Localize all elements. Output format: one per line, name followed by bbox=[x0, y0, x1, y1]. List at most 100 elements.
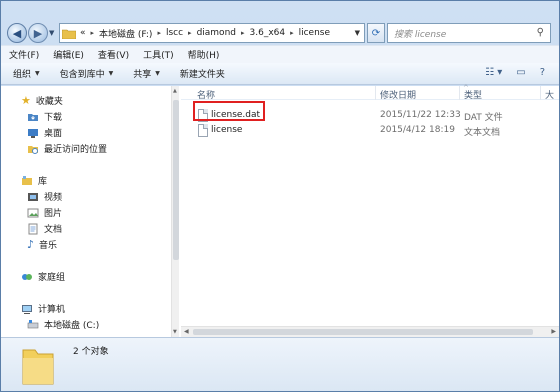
breadcrumb-diamond[interactable]: diamond bbox=[197, 28, 236, 38]
file-name[interactable]: license bbox=[211, 125, 242, 135]
nav-music-label: 音乐 bbox=[39, 241, 58, 251]
column-divider[interactable] bbox=[540, 86, 541, 100]
nav-downloads[interactable]: 下载 bbox=[27, 110, 62, 123]
chevron-down-icon: ▼ bbox=[155, 70, 160, 77]
downloads-folder-icon bbox=[28, 113, 38, 121]
nav-libraries[interactable]: 库 bbox=[21, 174, 47, 187]
nav-homegroup[interactable]: 家庭组 bbox=[21, 270, 65, 283]
refresh-button[interactable]: ⟳ bbox=[367, 23, 385, 43]
chevron-down-icon: ▼ bbox=[35, 70, 40, 77]
homegroup-icon bbox=[22, 273, 32, 280]
search-input[interactable]: 搜索 license ⚲ bbox=[387, 23, 551, 43]
document-icon bbox=[28, 223, 38, 234]
menu-edit[interactable]: 编辑(E) bbox=[53, 48, 84, 61]
column-size[interactable]: 大 bbox=[545, 88, 554, 101]
file-modified: 2015/11/22 12:33 bbox=[380, 110, 461, 120]
recent-pages-dropdown-icon[interactable]: ▼ bbox=[49, 29, 54, 37]
help-icon[interactable]: ? bbox=[540, 67, 545, 78]
nav-desktop[interactable]: 桌面 bbox=[27, 126, 62, 139]
chevron-down-icon: ▼ bbox=[108, 70, 114, 77]
view-options-icon[interactable]: ☷ ▾ bbox=[485, 67, 502, 78]
highlight-annotation bbox=[193, 101, 265, 121]
drive-icon bbox=[27, 319, 39, 328]
address-bar[interactable]: « ▸ 本地磁盘 (F:) ▸ lscc ▸ diamond ▸ 3.6_x64… bbox=[59, 23, 365, 43]
column-name[interactable]: 名称 bbox=[197, 88, 215, 101]
menu-help[interactable]: 帮助(H) bbox=[188, 48, 220, 61]
preview-pane-icon[interactable]: ▭ bbox=[516, 67, 525, 78]
breadcrumb-drive[interactable]: 本地磁盘 (F:) bbox=[99, 27, 152, 40]
folder-icon bbox=[62, 29, 76, 39]
forward-button[interactable]: ▶ bbox=[28, 23, 48, 43]
scroll-right-icon[interactable]: ▶ bbox=[551, 328, 556, 335]
forward-arrow-icon: ▶ bbox=[33, 26, 43, 40]
folder-icon bbox=[22, 349, 54, 385]
breadcrumb-separator-icon[interactable]: ▸ bbox=[241, 29, 245, 37]
refresh-icon: ⟳ bbox=[371, 27, 381, 39]
menu-view[interactable]: 查看(V) bbox=[98, 48, 129, 61]
breadcrumb-separator-icon[interactable]: ▸ bbox=[157, 29, 161, 37]
recent-places-icon bbox=[28, 145, 38, 154]
column-type[interactable]: 类型 bbox=[464, 88, 482, 101]
breadcrumb-separator-icon[interactable]: ▸ bbox=[188, 29, 192, 37]
nav-computer[interactable]: 计算机 bbox=[21, 302, 65, 315]
video-icon bbox=[28, 192, 38, 201]
nav-libraries-label: 库 bbox=[38, 177, 48, 187]
breadcrumb-lscc[interactable]: lscc bbox=[166, 28, 183, 38]
nav-local-disk-c[interactable]: 本地磁盘 (C:) bbox=[27, 318, 99, 331]
nav-desktop-label: 桌面 bbox=[44, 129, 63, 139]
nav-pictures-label: 图片 bbox=[44, 209, 63, 219]
nav-pictures[interactable]: 图片 bbox=[27, 206, 62, 219]
organize-label: 组织 bbox=[13, 70, 32, 80]
file-modified: 2015/4/12 18:19 bbox=[380, 125, 455, 135]
horizontal-scroll-thumb[interactable] bbox=[193, 329, 533, 335]
nav-homegroup-label: 家庭组 bbox=[38, 273, 66, 283]
breadcrumb-license[interactable]: license bbox=[299, 28, 330, 38]
new-folder-button[interactable]: 新建文件夹 bbox=[180, 67, 225, 80]
nav-favorites[interactable]: ★ 收藏夹 bbox=[21, 94, 63, 107]
nav-music[interactable]: ♪ 音乐 bbox=[27, 238, 57, 251]
horizontal-scrollbar[interactable]: ◀ ▶ bbox=[181, 326, 559, 337]
nav-recent-places[interactable]: 最近访问的位置 bbox=[27, 142, 107, 155]
organize-button[interactable]: 组织 ▼ bbox=[13, 67, 40, 80]
column-modified[interactable]: 修改日期 bbox=[380, 88, 416, 101]
nav-documents[interactable]: 文档 bbox=[27, 222, 62, 235]
library-icon bbox=[22, 175, 32, 185]
breadcrumb-overflow[interactable]: « bbox=[80, 28, 86, 38]
scroll-up-icon[interactable]: ▲ bbox=[173, 88, 177, 94]
content-area: ★ 收藏夹 下载 桌面 最近访问的位置 库 视频 图片 文档 ♪ 音乐 家庭组 … bbox=[1, 84, 559, 337]
breadcrumb-separator-icon[interactable]: ▸ bbox=[290, 29, 294, 37]
breadcrumb-separator-icon[interactable]: ▸ bbox=[91, 29, 95, 37]
column-divider[interactable] bbox=[459, 86, 460, 100]
address-dropdown-icon[interactable]: ▼ bbox=[355, 29, 360, 37]
nav-videos-label: 视频 bbox=[44, 193, 63, 203]
item-count: 2 个对象 bbox=[73, 347, 109, 357]
nav-documents-label: 文档 bbox=[44, 225, 63, 235]
file-type: 文本文档 bbox=[464, 128, 501, 138]
scroll-left-icon[interactable]: ◀ bbox=[184, 328, 189, 335]
computer-icon bbox=[22, 304, 32, 314]
breadcrumb-version[interactable]: 3.6_x64 bbox=[250, 28, 286, 38]
nav-scroll-thumb[interactable] bbox=[173, 100, 179, 260]
star-icon: ★ bbox=[21, 94, 31, 107]
new-folder-label: 新建文件夹 bbox=[179, 70, 225, 80]
menu-file[interactable]: 文件(F) bbox=[9, 48, 39, 61]
share-label: 共享 bbox=[133, 70, 152, 80]
back-button[interactable]: ◀ bbox=[7, 23, 27, 43]
menu-tools[interactable]: 工具(T) bbox=[143, 48, 174, 61]
nav-downloads-label: 下载 bbox=[44, 113, 63, 123]
explorer-window: ◀ ▶ ▼ « ▸ 本地磁盘 (F:) ▸ lscc ▸ diamond ▸ 3… bbox=[0, 0, 560, 392]
nav-pane-scrollbar[interactable]: ▲ ▼ bbox=[171, 86, 179, 337]
nav-videos[interactable]: 视频 bbox=[27, 190, 62, 203]
address-row: ◀ ▶ ▼ « ▸ 本地磁盘 (F:) ▸ lscc ▸ diamond ▸ 3… bbox=[1, 1, 559, 43]
music-icon: ♪ bbox=[27, 238, 35, 251]
desktop-icon bbox=[28, 128, 38, 138]
column-headers: ^ 名称 修改日期 类型 大 bbox=[181, 84, 559, 101]
file-row[interactable]: license 2015/4/12 18:19 文本文档 bbox=[181, 123, 559, 139]
search-icon[interactable]: ⚲ bbox=[537, 27, 544, 38]
column-divider[interactable] bbox=[375, 86, 376, 100]
include-library-label: 包含到库中 bbox=[59, 70, 105, 80]
scroll-down-icon[interactable]: ▼ bbox=[173, 329, 177, 335]
navigation-pane: ★ 收藏夹 下载 桌面 最近访问的位置 库 视频 图片 文档 ♪ 音乐 家庭组 … bbox=[1, 86, 179, 337]
include-in-library-button[interactable]: 包含到库中 ▼ bbox=[60, 67, 114, 80]
share-button[interactable]: 共享 ▼ bbox=[133, 67, 160, 80]
